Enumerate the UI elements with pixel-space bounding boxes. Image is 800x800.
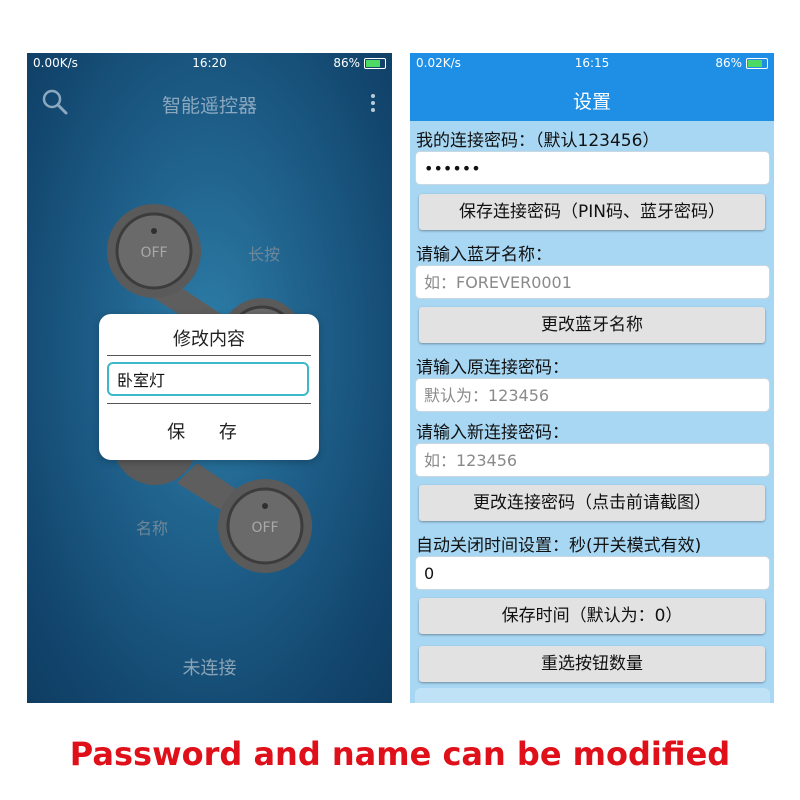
- page-title: 设置: [572, 91, 611, 113]
- caption: Password and name can be modified: [69, 735, 731, 773]
- edit-dialog: 修改内容 保 存: [99, 314, 319, 460]
- change-pwd-button[interactable]: 更改连接密码（点击前请截图）: [419, 485, 765, 521]
- auto-off-label: 自动关闭时间设置：秒(开关模式有效): [416, 536, 702, 556]
- change-bt-name-button[interactable]: 更改蓝牙名称: [419, 307, 765, 343]
- battery-icon: [746, 57, 768, 69]
- new-pwd-label: 请输入新连接密码：: [416, 423, 569, 443]
- conn-pwd-input[interactable]: [415, 151, 770, 185]
- connection-status: 未连接: [182, 658, 237, 679]
- bt-name-label: 请输入蓝牙名称：: [416, 245, 552, 265]
- save-time-button[interactable]: 保存时间（默认为：0）: [419, 598, 765, 634]
- auto-off-input[interactable]: [415, 556, 770, 590]
- settings-header: 设置: [410, 75, 774, 121]
- off-label-top: OFF: [140, 245, 167, 261]
- conn-pwd-label: 我的连接密码：（默认123456）: [416, 131, 660, 151]
- dialog-divider: [107, 403, 311, 404]
- old-pwd-input[interactable]: [415, 378, 770, 412]
- save-pwd-button[interactable]: 保存连接密码（PIN码、蓝牙密码）: [419, 194, 765, 230]
- name-hint: 名称: [136, 519, 169, 538]
- cut-off-notice: [415, 688, 770, 703]
- reselect-buttons-button[interactable]: 重选按钮数量: [419, 646, 765, 682]
- dialog-divider: [107, 355, 311, 356]
- dialog-save-button[interactable]: 保 存: [99, 418, 319, 444]
- status-bar: 0.02K/s 16:15 86%: [410, 53, 774, 75]
- dialog-title: 修改内容: [173, 329, 245, 350]
- new-pwd-input[interactable]: [415, 443, 770, 477]
- old-pwd-label: 请输入原连接密码：: [416, 358, 569, 378]
- left-phone-screen: 0.00K/s 16:20 86% 智能遥控器 OFF OFF 长按 名称 未连…: [27, 53, 392, 703]
- long-press-hint: 长按: [248, 245, 281, 264]
- right-phone-screen: 0.02K/s 16:15 86% 设置 我的连接密码：（默认123456） 保…: [410, 53, 774, 703]
- bt-name-input[interactable]: [415, 265, 770, 299]
- battery-percent: 86%: [715, 56, 742, 70]
- dialog-name-input[interactable]: [107, 362, 309, 396]
- off-label-bottom: OFF: [251, 520, 278, 536]
